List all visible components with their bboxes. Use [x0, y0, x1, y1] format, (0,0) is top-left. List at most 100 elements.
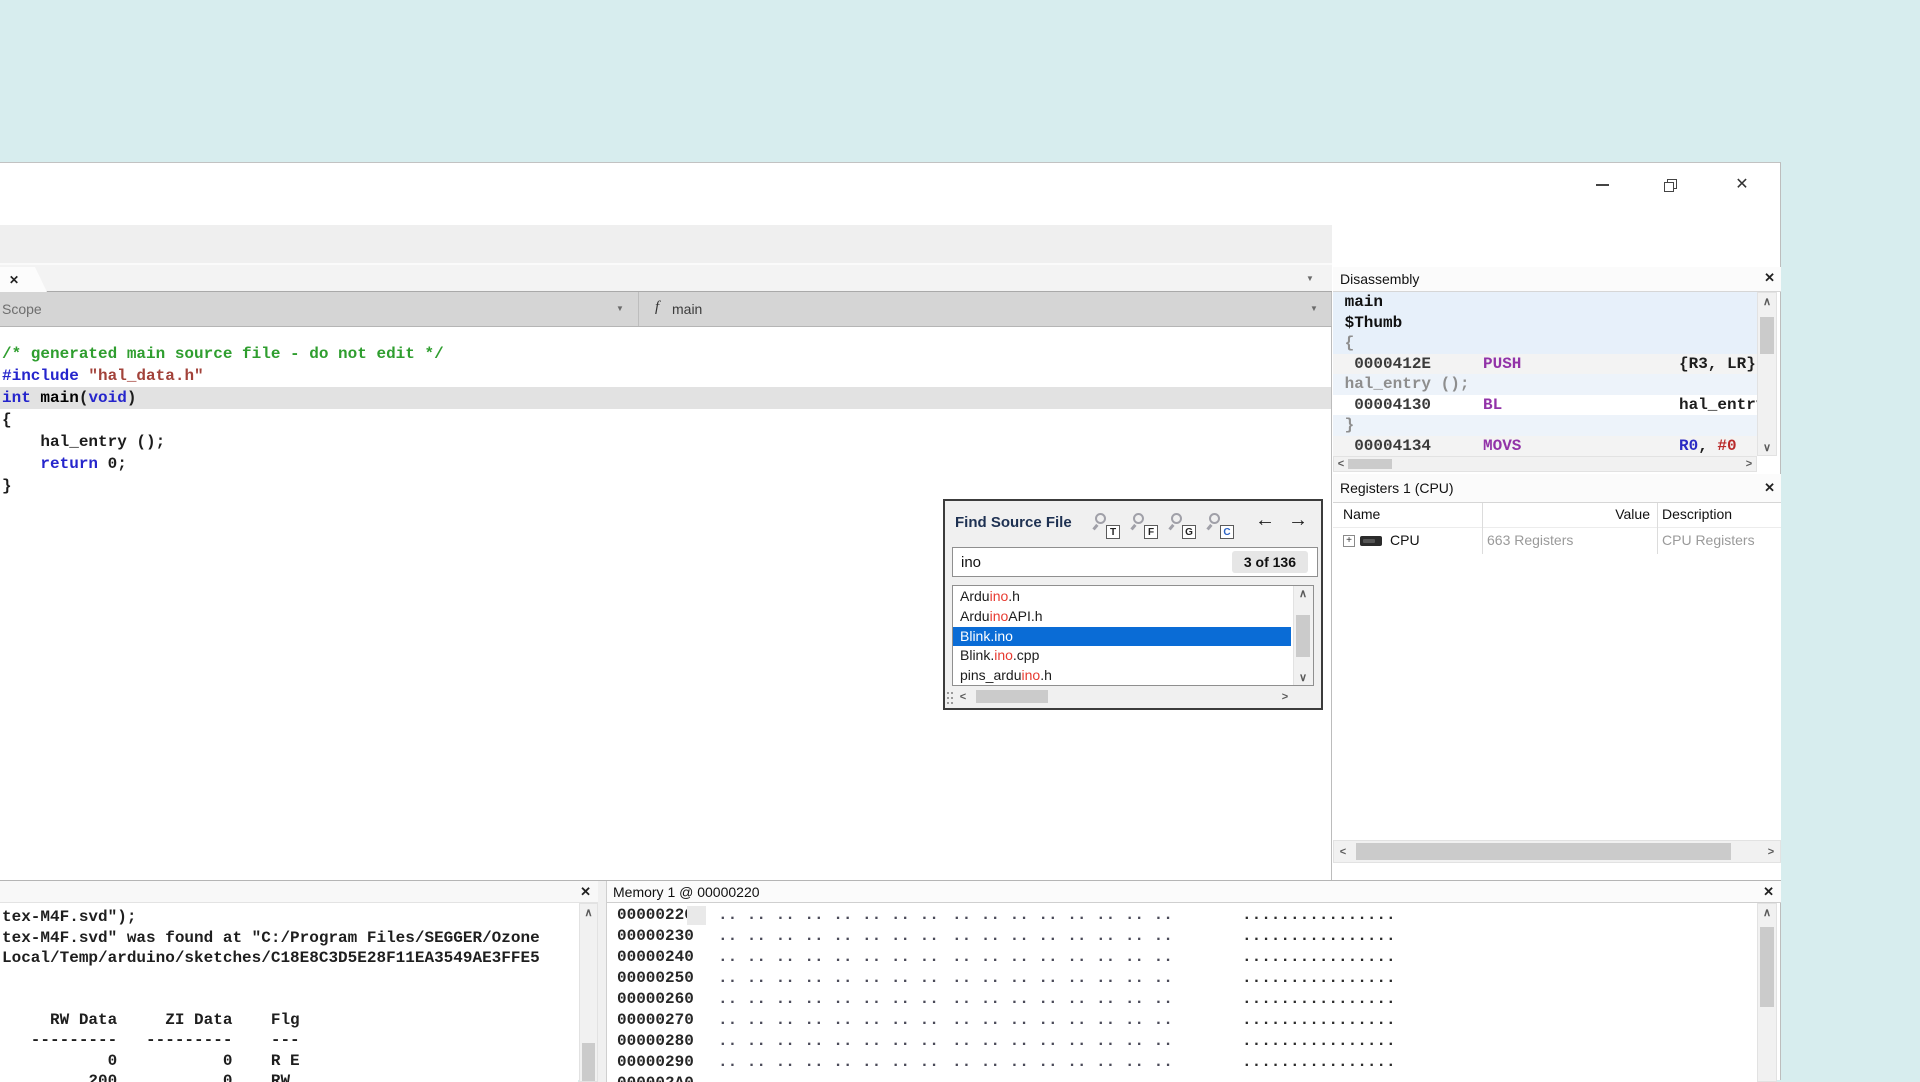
list-item[interactable]: pins_arduino.h	[953, 666, 1291, 686]
console-output[interactable]: tex-M4F.svd");tex-M4F.svd" was found at …	[0, 903, 578, 1082]
expand-button[interactable]: +	[1343, 535, 1355, 547]
tab-close-icon[interactable]: ✕	[9, 273, 19, 287]
scrollbar-thumb[interactable]	[976, 690, 1048, 703]
panel-splitter[interactable]	[598, 881, 607, 1082]
disassembly-row: 00004134MOVSR0, #0	[1333, 436, 1757, 457]
scroll-down-icon[interactable]: ∨	[1294, 670, 1312, 685]
search-input[interactable]: ino 3 of 136	[952, 547, 1318, 577]
filter-c-icon[interactable]: C	[1207, 513, 1235, 539]
list-item[interactable]: Blink.ino.cpp	[953, 646, 1291, 666]
title-bar: ✕	[0, 163, 1780, 225]
console-line: 0 0 R E	[0, 1051, 578, 1072]
register-row[interactable]: + CPU 663 Registers CPU Registers	[1333, 528, 1781, 554]
scroll-up-icon[interactable]: ∧	[1758, 293, 1776, 309]
list-item[interactable]: Blink.ino	[953, 627, 1291, 647]
disassembly-title: Disassembly	[1340, 271, 1419, 287]
memory-hex-bytes: .. .. .. .. .. .. .. ..	[952, 1010, 1186, 1031]
memory-row: 00000240.. .. .. .. .. .. .. .... .. .. …	[607, 947, 1757, 968]
scroll-right-icon[interactable]: >	[1278, 688, 1292, 705]
scroll-up-icon[interactable]: ∧	[580, 904, 597, 920]
minimize-button[interactable]	[1585, 171, 1619, 199]
function-dropdown[interactable]: f main ▼	[640, 292, 1332, 326]
restore-button[interactable]	[1653, 171, 1687, 199]
close-button[interactable]: ✕	[1725, 171, 1759, 199]
console-line: Local/Temp/arduino/sketches/C18E8C3D5E28…	[0, 948, 578, 969]
column-header-description[interactable]: Description	[1662, 506, 1732, 522]
console-line: RW Data ZI Data Flg	[0, 1010, 578, 1031]
previous-match-icon[interactable]: ←	[1255, 509, 1275, 532]
scroll-left-icon[interactable]: <	[956, 688, 970, 705]
disassembly-row: 0000412EPUSH{R3, LR}	[1333, 354, 1757, 375]
registers-header: Name Value Description	[1333, 503, 1781, 528]
results-list[interactable]: Arduino.hArduinoAPI.hBlink.inoBlink.ino.…	[952, 585, 1314, 686]
search-query: ino	[961, 554, 981, 571]
code-line: {	[0, 409, 1331, 431]
console-vertical-scrollbar[interactable]: ∧	[579, 903, 598, 1082]
memory-content[interactable]: 00000220.. .. .. .. .. .. .. .... .. .. …	[607, 903, 1757, 1082]
scrollbar-thumb[interactable]	[1296, 615, 1310, 657]
registers-horizontal-scrollbar[interactable]: < >	[1333, 840, 1781, 863]
list-item[interactable]: ArduinoAPI.h	[953, 607, 1291, 627]
scrollbar-thumb[interactable]	[1760, 927, 1774, 1007]
memory-address: 00000280	[617, 1031, 718, 1052]
memory-close-icon[interactable]: ✕	[1763, 884, 1774, 900]
list-vertical-scrollbar[interactable]: ∧ ∨	[1293, 586, 1313, 685]
memory-hex-bytes: .. .. .. .. .. .. .. ..	[952, 905, 1186, 926]
scope-bar: Scope ▼ f main ▼	[0, 292, 1332, 327]
memory-row: 00000260.. .. .. .. .. .. .. .... .. .. …	[607, 989, 1757, 1010]
scroll-up-icon[interactable]: ∧	[1294, 586, 1312, 601]
scrollbar-thumb[interactable]	[1356, 843, 1731, 860]
scroll-left-icon[interactable]: <	[1334, 841, 1352, 862]
function-dropdown-arrow-icon[interactable]: ▼	[1310, 304, 1318, 313]
scroll-down-icon[interactable]: ∨	[1758, 439, 1776, 455]
filter-g-icon[interactable]: G	[1169, 513, 1197, 539]
function-label: main	[672, 301, 702, 317]
function-icon: f	[655, 299, 659, 316]
column-header-value[interactable]: Value	[1490, 506, 1650, 522]
memory-ascii: ................	[1242, 906, 1396, 924]
console-close-icon[interactable]: ✕	[580, 884, 591, 900]
memory-hex-bytes: .. .. .. .. .. .. .. ..	[718, 968, 952, 989]
scope-dropdown[interactable]: Scope ▼	[0, 292, 639, 326]
registers-close-icon[interactable]: ✕	[1764, 480, 1775, 496]
list-item[interactable]: Arduino.h	[953, 587, 1291, 607]
disassembly-vertical-scrollbar[interactable]: ∧ ∨	[1757, 292, 1777, 456]
scrollbar-thumb[interactable]	[1348, 459, 1392, 469]
list-horizontal-scrollbar[interactable]: < >	[956, 688, 1292, 705]
console-line	[0, 969, 578, 990]
cpu-icon	[1360, 536, 1382, 546]
console-line: tex-M4F.svd" was found at "C:/Program Fi…	[0, 928, 578, 949]
column-header-name[interactable]: Name	[1343, 506, 1380, 522]
disassembly-horizontal-scrollbar[interactable]: < >	[1333, 456, 1757, 472]
memory-title-bar: Memory 1 @ 00000220 ✕	[607, 881, 1781, 903]
next-match-icon[interactable]: →	[1288, 509, 1308, 532]
scroll-right-icon[interactable]: >	[1742, 457, 1756, 471]
scrollbar-thumb[interactable]	[582, 1043, 595, 1081]
code-line: int main(void)	[0, 387, 1331, 409]
memory-cursor[interactable]	[687, 906, 706, 925]
filter-f-icon[interactable]: F	[1131, 513, 1159, 539]
memory-address: 00000230	[617, 926, 718, 947]
code-lines: /* generated main source file - do not e…	[0, 327, 1331, 497]
disassembly-close-icon[interactable]: ✕	[1764, 270, 1775, 286]
scope-dropdown-arrow-icon[interactable]: ▼	[616, 304, 624, 313]
scroll-left-icon[interactable]: <	[1334, 457, 1348, 471]
memory-vertical-scrollbar[interactable]: ∧	[1757, 903, 1777, 1082]
tab-list-dropdown-icon[interactable]: ▼	[1306, 274, 1314, 283]
editor-tab[interactable]: ✕	[0, 267, 47, 292]
code-line: #include "hal_data.h"	[0, 365, 1331, 387]
resize-grip[interactable]	[947, 692, 955, 704]
memory-title: Memory 1 @ 00000220	[613, 884, 760, 900]
scrollbar-thumb[interactable]	[1760, 317, 1774, 354]
memory-row: 00000270.. .. .. .. .. .. .. .... .. .. …	[607, 1010, 1757, 1031]
memory-row: 00000290.. .. .. .. .. .. .. .... .. .. …	[607, 1052, 1757, 1073]
disassembly-row: $Thumb	[1333, 313, 1757, 334]
filter-t-icon[interactable]: T	[1093, 513, 1121, 539]
memory-row: 00000230.. .. .. .. .. .. .. .... .. .. …	[607, 926, 1757, 947]
code-line: hal_entry ();	[0, 431, 1331, 453]
registers-panel: Name Value Description + CPU 663 Registe…	[1333, 503, 1781, 880]
scroll-right-icon[interactable]: >	[1762, 841, 1780, 862]
memory-hex-bytes: .. .. .. .. .. .. .. ..	[718, 947, 952, 968]
memory-address: 00000250	[617, 968, 718, 989]
scroll-up-icon[interactable]: ∧	[1758, 904, 1776, 920]
